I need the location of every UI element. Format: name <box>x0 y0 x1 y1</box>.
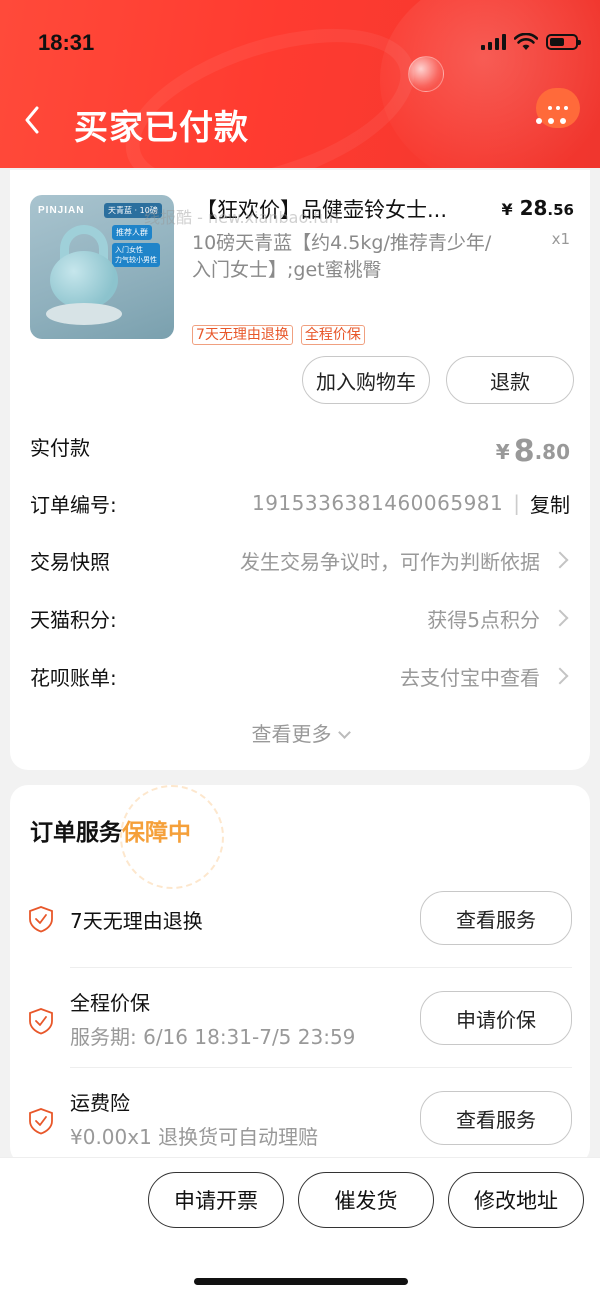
separator: | <box>513 491 520 515</box>
bubble-decoration <box>408 56 444 92</box>
snapshot-text: 发生交易争议时，可作为判断依据 <box>240 549 540 574</box>
service-name: 运费险 <box>70 1091 130 1115</box>
chevron-left-icon <box>25 106 39 134</box>
request-invoice-button[interactable]: 申请开票 <box>148 1172 284 1228</box>
kettlebell-base <box>46 303 122 325</box>
order-services-card: 订单服务保障中 7天无理由退换 查看服务 全程价保 服务期: 6/16 18:3… <box>10 785 590 1165</box>
snapshot-value: 发生交易争议时，可作为判断依据 <box>240 546 570 575</box>
chevron-down-icon <box>337 726 351 739</box>
see-more-button[interactable]: 查看更多 <box>10 718 590 747</box>
chevron-right-icon <box>551 609 569 627</box>
huabei-bill-label: 花呗账单: <box>30 665 117 690</box>
huabei-bill-text: 去支付宝中查看 <box>400 665 540 690</box>
paid-amount: ¥ 8.80 <box>496 434 570 469</box>
service-period: 服务期: 6/16 18:31-7/5 23:59 <box>70 1025 356 1049</box>
product-price: ¥ 28.56 <box>501 196 574 220</box>
badge-7day-return: 7天无理由退换 <box>192 325 293 345</box>
apply-price-protect-button[interactable]: 申请价保 <box>420 991 572 1045</box>
refund-button[interactable]: 退款 <box>446 356 574 404</box>
shield-check-icon <box>29 1008 53 1035</box>
copy-button[interactable]: 复制 <box>530 489 570 518</box>
service-detail: ¥0.00x1 退换货可自动理赔 <box>70 1125 319 1149</box>
huabei-bill-value: 去支付宝中查看 <box>400 662 570 691</box>
badge-price-protect: 全程价保 <box>300 325 365 345</box>
view-service-button[interactable]: 查看服务 <box>420 1091 572 1145</box>
paid-decimal: .80 <box>534 439 570 464</box>
paid-symbol: ¥ <box>495 439 510 464</box>
service-item-7day: 7天无理由退换 查看服务 <box>28 889 572 949</box>
service-item-price-protect: 全程价保 服务期: 6/16 18:31-7/5 23:59 申请价保 <box>28 985 572 1055</box>
product-badges: 7天无理由退换 全程价保 <box>192 325 365 345</box>
add-to-cart-button[interactable]: 加入购物车 <box>302 356 430 404</box>
chevron-right-icon <box>551 551 569 569</box>
kettlebell-body <box>50 251 118 309</box>
shield-check-icon <box>29 1108 53 1135</box>
services-title: 订单服务保障中 <box>30 813 191 847</box>
paid-integer: 8 <box>513 434 535 469</box>
status-time: 18:31 <box>38 30 95 55</box>
battery-icon <box>546 34 581 50</box>
product-sku: 10磅天青蓝【约4.5kg/推荐青少年/入门女士】;get蜜桃臀 <box>192 232 492 281</box>
urge-shipment-button[interactable]: 催发货 <box>298 1172 434 1228</box>
chevron-right-icon <box>551 667 569 685</box>
bottom-action-bar: 申请开票 催发货 修改地址 <box>0 1157 600 1299</box>
tmall-points-row[interactable]: 天猫积分: 获得5点积分 <box>30 598 570 638</box>
tmall-points-label: 天猫积分: <box>30 607 117 632</box>
divider <box>70 1067 572 1068</box>
home-indicator[interactable] <box>194 1278 408 1285</box>
shield-check-icon <box>29 906 53 933</box>
change-address-button[interactable]: 修改地址 <box>448 1172 584 1228</box>
order-info-card: PINJIAN 天青蓝 · 10磅 推荐人群 入门女性 力气较小男性 【狂欢价】… <box>10 170 590 770</box>
order-number-label: 订单编号: <box>30 492 117 517</box>
header-bar: 18:31 买家已付款 <box>0 0 600 168</box>
view-service-button[interactable]: 查看服务 <box>420 891 572 945</box>
paid-amount-row: 实付款 ¥ 8.80 <box>30 426 570 469</box>
snapshot-label: 交易快照 <box>30 549 110 574</box>
price-integer: 28 <box>519 196 548 220</box>
divider <box>70 967 572 968</box>
image-brand-text: PINJIAN <box>38 205 85 216</box>
more-dots-icon[interactable] <box>536 118 566 124</box>
service-item-freight-insurance: 运费险 ¥0.00x1 退换货可自动理赔 查看服务 <box>28 1085 572 1155</box>
service-name: 7天无理由退换 <box>70 909 203 933</box>
order-number-row: 订单编号: 1915336381460065981 | 复制 <box>30 483 570 523</box>
status-icons <box>481 33 581 51</box>
watermark-text: 线报酷 - new.xianbao.fun <box>144 208 339 227</box>
wifi-icon <box>514 33 538 50</box>
order-number: 1915336381460065981 <box>251 491 504 515</box>
services-title-prefix: 订单服务 <box>30 820 122 846</box>
image-tag-audience-detail: 入门女性 力气较小男性 <box>112 243 160 267</box>
page-title: 买家已付款 <box>74 108 249 148</box>
see-more-label: 查看更多 <box>251 722 332 746</box>
tmall-points-value: 获得5点积分 <box>427 604 570 633</box>
price-symbol: ¥ <box>501 200 513 219</box>
signal-icon <box>481 34 506 50</box>
product-quantity: x1 <box>551 230 570 248</box>
tmall-points-text: 获得5点积分 <box>427 607 540 632</box>
huabei-bill-row[interactable]: 花呗账单: 去支付宝中查看 <box>30 656 570 696</box>
services-title-highlight: 保障中 <box>122 820 191 846</box>
snapshot-row[interactable]: 交易快照 发生交易争议时，可作为判断依据 <box>30 540 570 580</box>
price-decimal: .56 <box>547 201 574 219</box>
back-button[interactable] <box>22 104 52 140</box>
order-number-value: 1915336381460065981 | 复制 <box>252 489 570 518</box>
service-name: 全程价保 <box>70 991 150 1015</box>
paid-label: 实付款 <box>30 435 90 460</box>
